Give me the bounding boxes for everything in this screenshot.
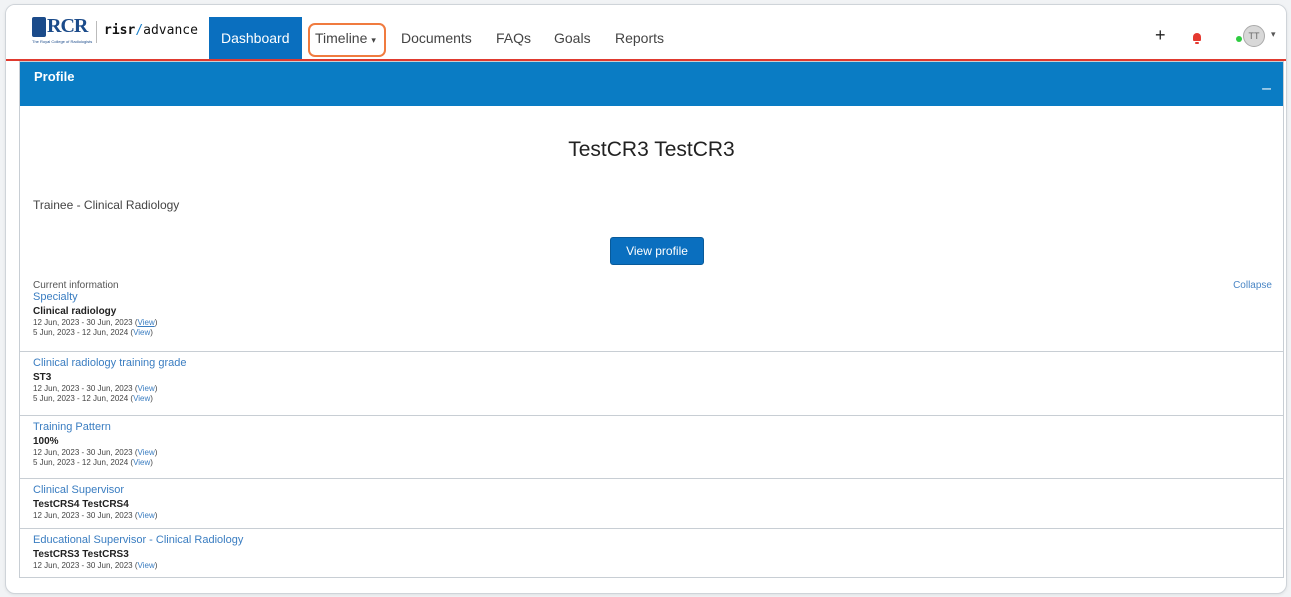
info-section-training-grade: Clinical radiology training grade ST3 12… (20, 352, 1283, 416)
info-section-specialty: Specialty Clinical radiology 12 Jun, 202… (20, 291, 1283, 352)
nav-dashboard-label: Dashboard (221, 30, 290, 46)
brand-advance: advance (143, 23, 198, 38)
bell-icon[interactable] (1193, 33, 1201, 44)
view-link[interactable]: View (138, 561, 155, 570)
date-row: 5 Jun, 2023 - 12 Jun, 2024 (View) (33, 458, 153, 467)
chevron-down-icon: ▾ (371, 35, 376, 45)
nav-reports[interactable]: Reports (615, 17, 664, 59)
app-window: RCR The Royal College of Radiologists ri… (5, 4, 1287, 594)
section-title[interactable]: Clinical Supervisor (33, 484, 157, 497)
risr-advance-brand: risr/advance (104, 23, 198, 38)
add-icon[interactable]: + (1155, 25, 1166, 46)
date-row: 5 Jun, 2023 - 12 Jun, 2024 (View) (33, 394, 153, 403)
collapse-link[interactable]: Collapse (1233, 280, 1272, 291)
rcr-logo[interactable]: RCR The Royal College of Radiologists (32, 15, 92, 44)
date-range: 12 Jun, 2023 - 30 Jun, 2023 (33, 318, 133, 327)
date-row: 12 Jun, 2023 - 30 Jun, 2023 (View) (33, 384, 158, 393)
view-profile-button[interactable]: View profile (610, 237, 704, 265)
profile-panel: Profile – TestCR3 TestCR3 Trainee - Clin… (19, 61, 1284, 578)
top-navigation: RCR The Royal College of Radiologists ri… (6, 5, 1286, 61)
section-value: 100% (33, 436, 59, 447)
online-status-icon (1236, 36, 1242, 42)
date-row: 12 Jun, 2023 - 30 Jun, 2023 (View) (33, 511, 158, 520)
nav-faqs[interactable]: FAQs (496, 17, 531, 59)
date-range: 5 Jun, 2023 - 12 Jun, 2024 (33, 394, 129, 403)
avatar[interactable]: TT (1243, 25, 1265, 47)
date-range: 5 Jun, 2023 - 12 Jun, 2024 (33, 458, 129, 467)
nav-goals-label: Goals (554, 30, 591, 46)
section-value: Clinical radiology (33, 306, 117, 317)
date-range: 12 Jun, 2023 - 30 Jun, 2023 (33, 511, 133, 520)
info-section-training-pattern: Training Pattern 100% 12 Jun, 2023 - 30 … (20, 416, 1283, 479)
nav-goals[interactable]: Goals (554, 17, 591, 59)
nav-documents-label: Documents (401, 30, 472, 46)
view-link[interactable]: View (138, 318, 155, 327)
section-value: ST3 (33, 372, 52, 383)
view-link[interactable]: View (133, 394, 150, 403)
user-menu-chevron-icon[interactable]: ▾ (1271, 29, 1276, 40)
profile-panel-header: Profile – (20, 62, 1283, 106)
date-range: 5 Jun, 2023 - 12 Jun, 2024 (33, 328, 129, 337)
panel-title: Profile (34, 69, 75, 84)
nav-timeline[interactable]: Timeline ▾ (315, 17, 376, 59)
view-link[interactable]: View (138, 511, 155, 520)
logo-text: RCR (47, 15, 88, 37)
profile-role: Trainee - Clinical Radiology (33, 198, 180, 212)
section-title[interactable]: Training Pattern (33, 421, 157, 434)
date-range: 12 Jun, 2023 - 30 Jun, 2023 (33, 448, 133, 457)
nav-dashboard[interactable]: Dashboard (209, 17, 302, 59)
nav-reports-label: Reports (615, 30, 665, 46)
logo-divider (96, 21, 97, 43)
section-title[interactable]: Specialty (33, 291, 157, 304)
date-range: 12 Jun, 2023 - 30 Jun, 2023 (33, 561, 133, 570)
nav-faqs-label: FAQs (496, 30, 532, 46)
section-value: TestCRS3 TestCRS3 (33, 549, 129, 560)
date-range: 12 Jun, 2023 - 30 Jun, 2023 (33, 384, 133, 393)
crest-icon (32, 17, 46, 37)
date-row: 12 Jun, 2023 - 30 Jun, 2023 (View) (33, 318, 158, 327)
section-value: TestCRS4 TestCRS4 (33, 499, 129, 510)
date-row: 5 Jun, 2023 - 12 Jun, 2024 (View) (33, 328, 153, 337)
view-link[interactable]: View (138, 448, 155, 457)
info-section-educational-supervisor: Educational Supervisor - Clinical Radiol… (20, 529, 1283, 579)
brand-risr: risr (104, 23, 136, 38)
logo-subtitle: The Royal College of Radiologists (32, 39, 93, 44)
nav-documents[interactable]: Documents (401, 17, 472, 59)
current-information-label: Current information (33, 280, 119, 291)
info-section-clinical-supervisor: Clinical Supervisor TestCRS4 TestCRS4 12… (20, 479, 1283, 529)
view-link[interactable]: View (133, 328, 150, 337)
section-title[interactable]: Clinical radiology training grade (33, 357, 186, 370)
date-row: 12 Jun, 2023 - 30 Jun, 2023 (View) (33, 561, 158, 570)
view-link[interactable]: View (138, 384, 155, 393)
profile-name: TestCR3 TestCR3 (568, 138, 735, 161)
nav-timeline-label: Timeline (315, 30, 368, 46)
date-row: 12 Jun, 2023 - 30 Jun, 2023 (View) (33, 448, 158, 457)
view-link[interactable]: View (133, 458, 150, 467)
section-title[interactable]: Educational Supervisor - Clinical Radiol… (33, 534, 243, 547)
minimize-icon[interactable]: – (1262, 80, 1271, 98)
